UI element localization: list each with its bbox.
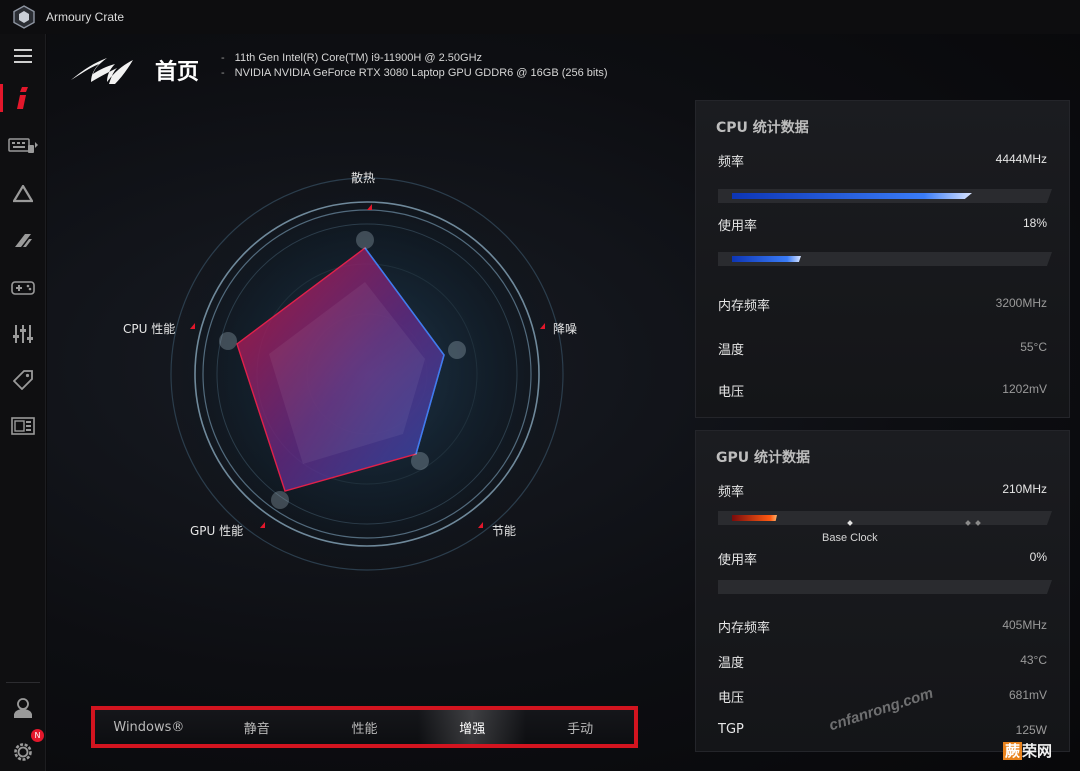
mode-windows[interactable]: Windows® [95,710,203,744]
mode-performance[interactable]: 性能 [311,710,419,744]
performance-radar [167,174,567,574]
gpu-spec: - NVIDIA NVIDIA GeForce RTX 3080 Laptop G… [221,67,608,79]
home-info-icon [17,87,28,109]
cpu-spec-text: 11th Gen Intel(R) Core(TM) i9-11900H @ 2… [234,52,483,64]
spec-dash: - [221,52,225,64]
sidebar-item-aura[interactable] [0,174,46,214]
page-title: 首页 [155,60,200,85]
radar-node-noise [448,341,466,359]
gpu-mem-label: 内存频率 [718,621,771,636]
sidebar-item-home[interactable] [0,78,46,118]
gpu-freq-label: 频率 [718,485,745,500]
gpu-volt-value: 681mV [1008,688,1047,702]
corner-logo-part2: 荣网 [1022,742,1053,760]
sidebar-item-gamevisual[interactable] [0,220,46,260]
sidebar-item-audio[interactable] [0,314,46,354]
settings-icon [14,743,32,761]
base-clock-label: Base Clock [822,532,878,544]
corner-logo-part1: 蕨 [1003,742,1023,760]
radar-node-cooling [356,231,374,249]
cpu-temp-label: 温度 [718,343,745,358]
radar-node-cpu [219,332,237,350]
cpu-stats-title: CPU 统计数据 [716,120,809,136]
sidebar: N [0,34,46,771]
radar-label-efficiency: 节能 [492,524,517,538]
cpu-mem-label: 内存频率 [718,299,771,314]
radar-node-efficiency [411,452,429,470]
spec-dash: - [221,67,225,79]
cpu-freq-label: 频率 [718,155,745,170]
gpu-stats-title: GPU 统计数据 [716,450,810,466]
cpu-spec: -11th Gen Intel(R) Core(TM) i9-11900H @ … [221,52,482,64]
gallery-icon [11,417,35,435]
cpu-freq-bar-fill [732,193,972,199]
radar-node-gpu [271,491,289,509]
menu-icon [14,49,32,63]
gpu-mem-value: 405MHz [1002,618,1047,632]
cpu-usage-bar [718,252,1052,266]
radar-label-noise: 降噪 [553,322,578,336]
user-profile-icon [14,698,32,718]
cpu-freq-value: 4444MHz [995,152,1047,166]
operating-mode-bar: Windows® 静音 性能 增强 手动 [91,706,638,748]
gpu-usage-value: 0% [1029,550,1047,564]
keyboard-lighting-icon [8,138,38,153]
radar-label-cpu: CPU 性能 [123,322,176,336]
gpu-tgp-label: TGP [718,722,744,737]
gpu-freq-value: 210MHz [1002,482,1047,496]
menu-button[interactable] [0,36,46,76]
armoury-crate-logo-icon [13,5,35,29]
deals-tag-icon [13,370,33,390]
mode-turbo[interactable]: 增强 [418,710,527,744]
gpu-freq-bar-fill [732,515,777,521]
mode-manual[interactable]: 手动 [526,710,634,744]
cpu-usage-value: 18% [1022,216,1047,230]
cpu-stats-panel: CPU 统计数据 频率 4444MHz 使用率 18% 内存频率 3200MHz… [695,100,1070,418]
radar-label-gpu: GPU 性能 [190,524,244,538]
cpu-volt-label: 电压 [718,385,745,400]
title-bar: Armoury Crate [0,0,1080,34]
main-content: 首页 -11th Gen Intel(R) Core(TM) i9-11900H… [47,34,1080,771]
sidebar-item-gallery[interactable] [0,406,46,446]
corner-site-logo: 蕨荣网 [1003,740,1052,761]
cpu-usage-label: 使用率 [718,219,758,234]
gpu-volt-label: 电压 [718,691,745,706]
cpu-temp-value: 55°C [1020,340,1047,354]
gpu-usage-bar [718,580,1052,594]
gpu-spec-text: NVIDIA NVIDIA GeForce RTX 3080 Laptop GP… [234,67,608,79]
sidebar-divider [6,682,40,683]
mode-silent[interactable]: 静音 [203,710,311,744]
sidebar-item-keyboard[interactable] [0,126,46,166]
gamepad-icon [11,281,35,295]
cpu-usage-bar-fill [732,256,801,262]
aura-sync-icon [13,185,33,203]
cpu-freq-bar [718,189,1052,203]
sidebar-item-deals[interactable] [0,360,46,400]
gpu-temp-label: 温度 [718,656,745,671]
sidebar-item-user[interactable] [0,688,46,728]
notification-badge: N [31,729,44,742]
rog-logo-icon [71,58,133,84]
cpu-mem-value: 3200MHz [995,296,1047,310]
radar-label-cooling: 散热 [351,171,376,185]
game-visual-icon [15,234,32,247]
sidebar-item-gamepad[interactable] [0,268,46,308]
equalizer-icon [13,325,33,343]
gpu-freq-bar [718,511,1052,525]
gpu-usage-label: 使用率 [718,553,758,568]
gpu-temp-value: 43°C [1020,653,1047,667]
window-title: Armoury Crate [46,10,125,24]
gpu-tgp-value: 125W [1015,723,1047,737]
cpu-volt-value: 1202mV [1002,382,1047,396]
